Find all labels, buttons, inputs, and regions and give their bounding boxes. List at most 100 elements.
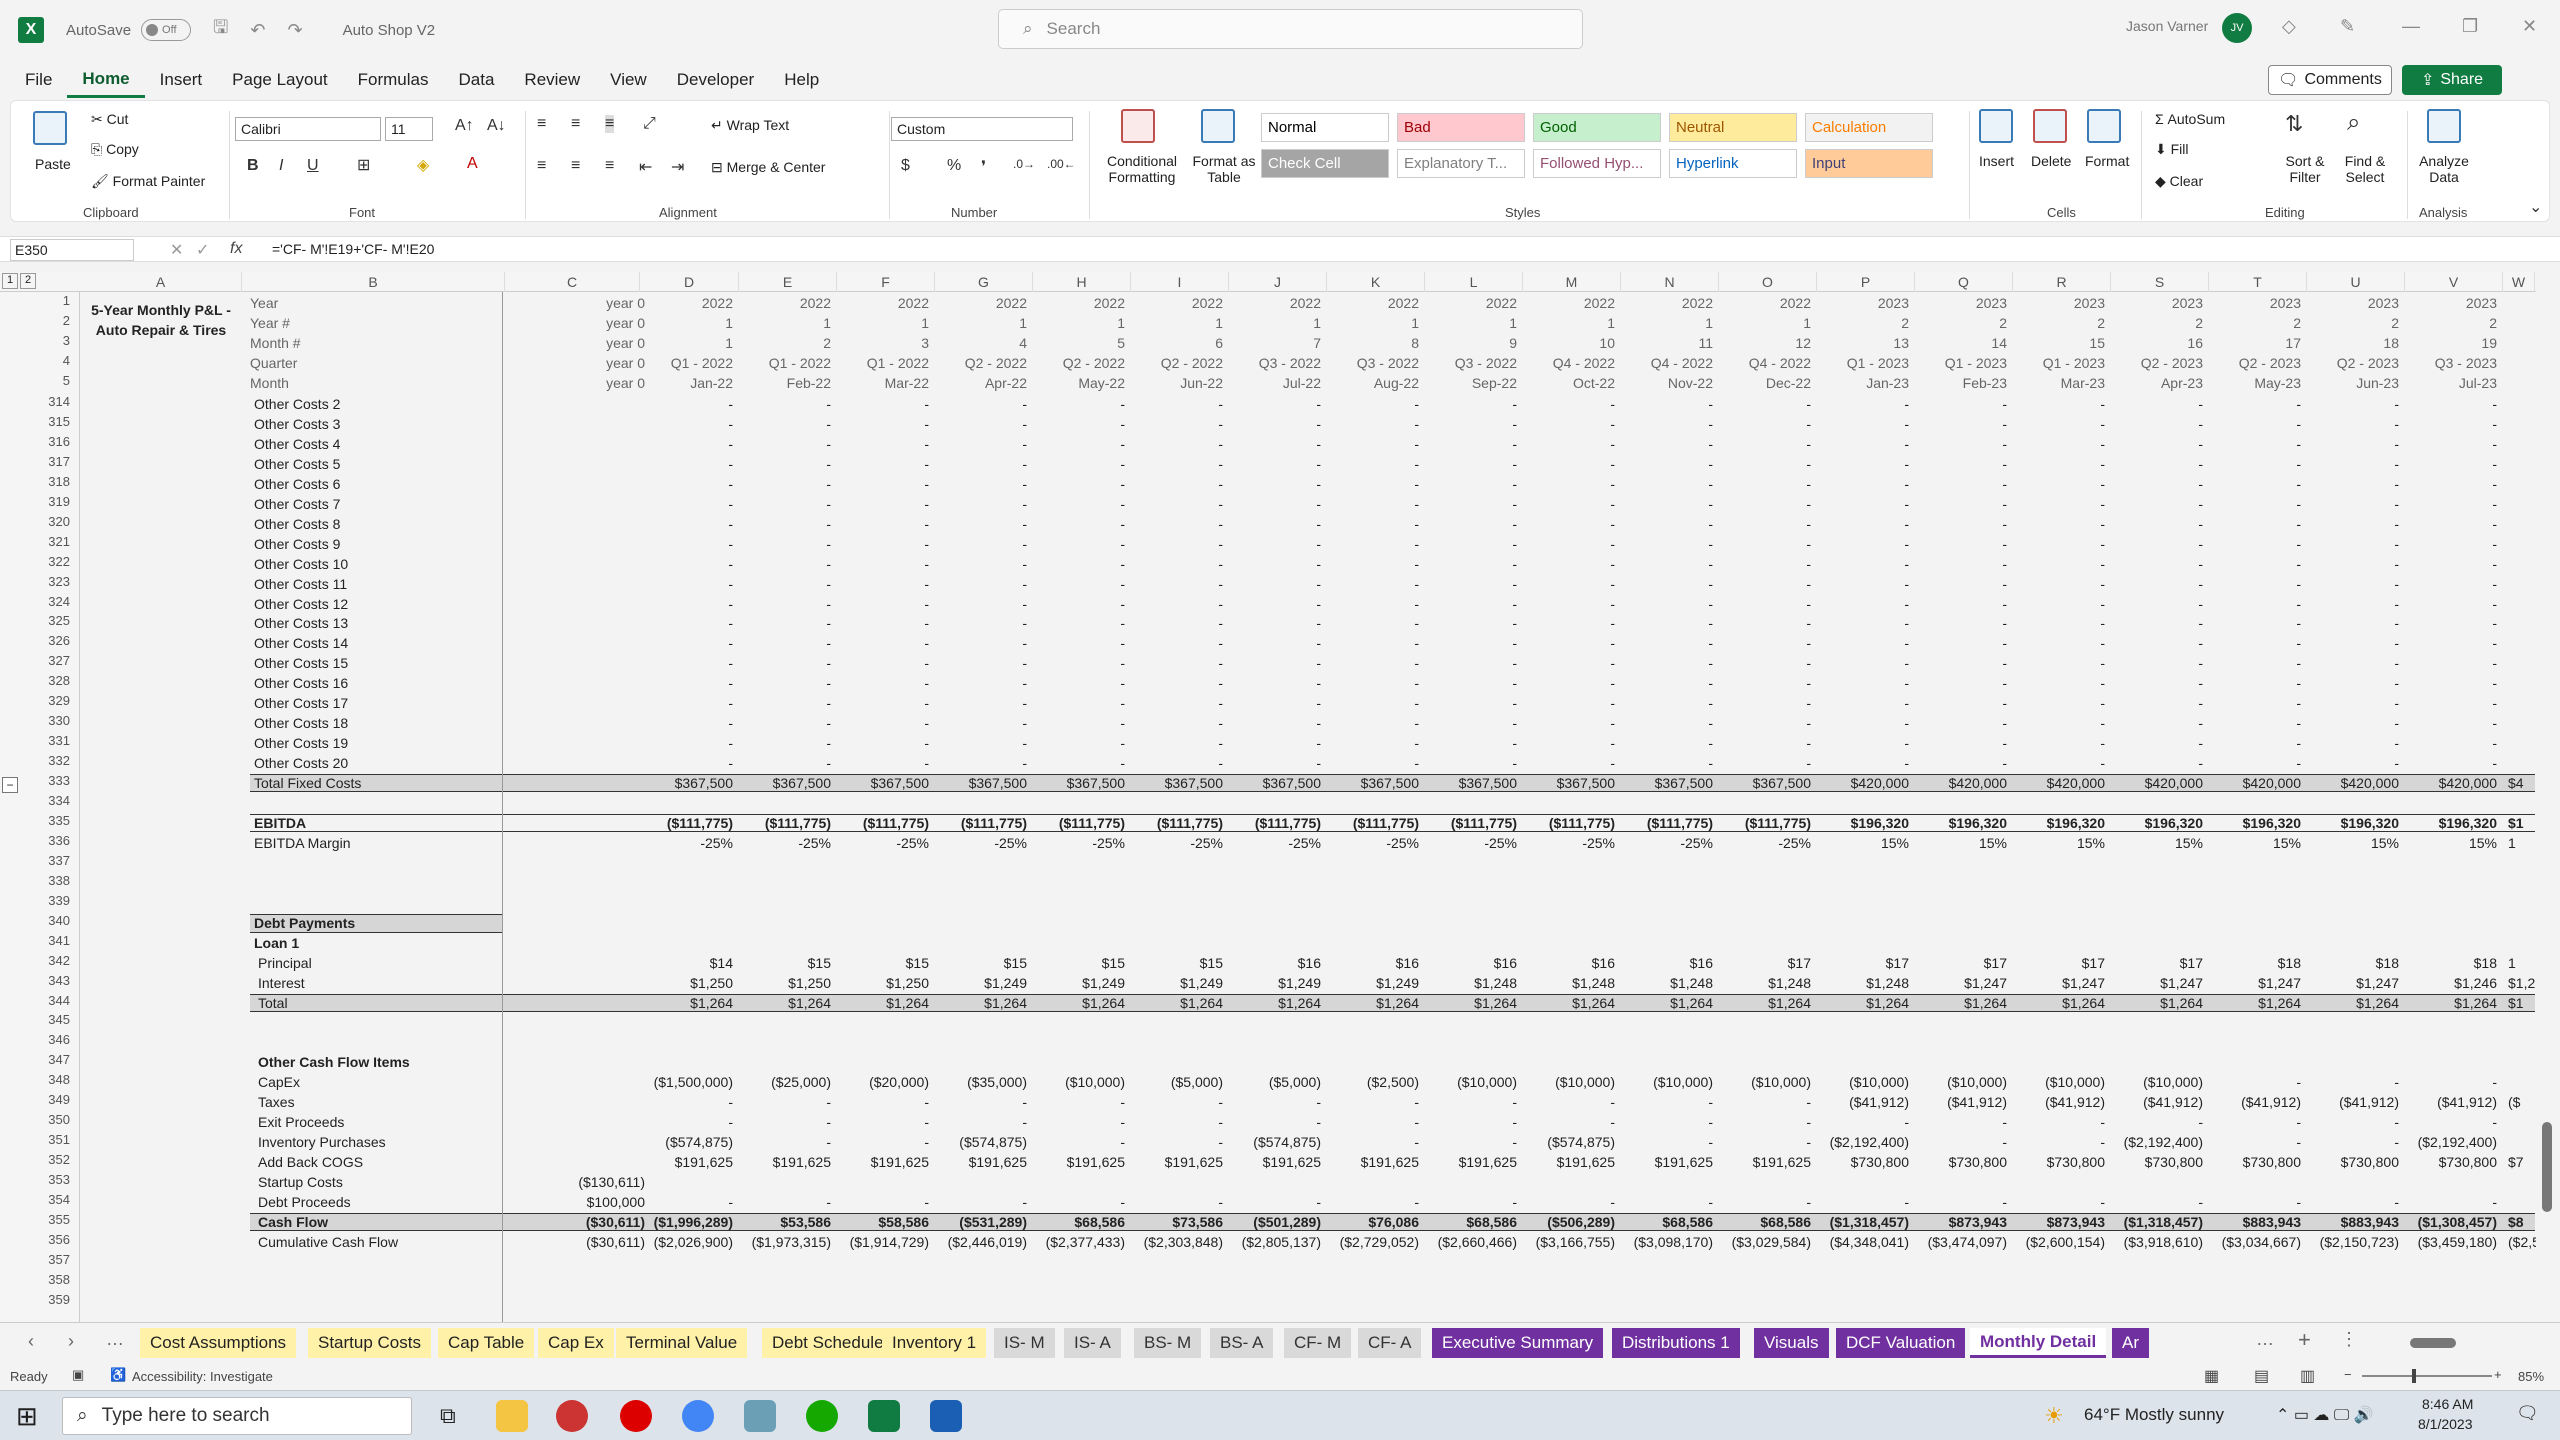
cell[interactable]: - (1619, 653, 1713, 673)
cell[interactable]: $1,264 (2011, 993, 2105, 1013)
cell[interactable]: - (2109, 653, 2203, 673)
cell[interactable]: - (1325, 534, 1419, 554)
cell[interactable]: - (2207, 693, 2301, 713)
cell[interactable]: Q3 - 2023 (2403, 353, 2497, 373)
row-label[interactable]: Other Costs 19 (254, 733, 494, 753)
cell[interactable]: - (1619, 1092, 1713, 1112)
cell[interactable]: - (1619, 594, 1713, 614)
cell[interactable]: ($10,000) (1913, 1072, 2007, 1092)
cell[interactable]: - (1717, 514, 1811, 534)
cell[interactable]: -25% (639, 833, 733, 853)
cell[interactable]: - (2305, 633, 2399, 653)
cell[interactable]: - (1031, 733, 1125, 753)
cell[interactable]: - (2109, 1192, 2203, 1212)
cell[interactable]: - (1325, 753, 1419, 773)
cell[interactable]: - (1031, 1192, 1125, 1212)
cell[interactable]: - (2109, 673, 2203, 693)
cell[interactable]: - (2207, 514, 2301, 534)
cell[interactable]: ($111,775) (1619, 813, 1713, 833)
cell[interactable]: Q1 - 2022 (835, 353, 929, 373)
cell[interactable]: - (2305, 653, 2399, 673)
cell[interactable]: $1,249 (1031, 973, 1125, 993)
cell[interactable]: 2 (2109, 313, 2203, 333)
tab-prev-icon[interactable]: ‹ (28, 1331, 34, 1352)
cell[interactable]: 2 (2207, 313, 2301, 333)
cell[interactable]: - (2403, 693, 2497, 713)
cell[interactable]: - (1031, 394, 1125, 414)
excel-taskbar-icon[interactable] (868, 1400, 900, 1432)
sheet-tab-bs-a[interactable]: BS- A (1210, 1328, 1274, 1358)
cell[interactable]: $16 (1423, 953, 1517, 973)
cell[interactable]: $1,264 (1717, 993, 1811, 1013)
cell[interactable]: - (835, 594, 929, 614)
cell[interactable]: 15% (2305, 833, 2399, 853)
cell[interactable]: 2023 (2305, 293, 2399, 313)
cell[interactable]: 2023 (1815, 293, 1909, 313)
cell[interactable]: Q4 - 2022 (1717, 353, 1811, 373)
cell[interactable]: - (639, 1192, 733, 1212)
cell[interactable]: ($2,192,400) (2109, 1132, 2203, 1152)
row-label[interactable]: Cash Flow (258, 1212, 498, 1232)
cell[interactable]: - (1619, 434, 1713, 454)
cell[interactable]: - (1031, 653, 1125, 673)
cell[interactable]: 1 (1031, 313, 1125, 333)
cell[interactable]: $730,800 (2207, 1152, 2301, 1172)
cell[interactable]: $1,248 (1521, 973, 1615, 993)
sheet-tab-monthly-detail[interactable]: Monthly Detail (1970, 1328, 2107, 1358)
cell[interactable]: Mar-23 (2011, 373, 2105, 393)
cell[interactable]: - (639, 713, 733, 733)
cell[interactable]: - (2207, 494, 2301, 514)
cell[interactable]: - (1129, 653, 1223, 673)
cell[interactable]: - (2403, 753, 2497, 773)
cell[interactable]: - (1325, 1132, 1419, 1152)
cell[interactable]: $730,800 (1913, 1152, 2007, 1172)
cell[interactable]: $420,000 (1913, 773, 2007, 793)
cell[interactable]: ($501,289) (1227, 1212, 1321, 1232)
cell[interactable]: ($531,289) (933, 1212, 1027, 1232)
cell[interactable]: 8 (1325, 333, 1419, 353)
tab-more-icon[interactable]: … (106, 1329, 124, 1350)
cell[interactable]: $76,086 (1325, 1212, 1419, 1232)
cell[interactable]: - (1717, 594, 1811, 614)
cell[interactable]: - (933, 554, 1027, 574)
cell[interactable]: - (2011, 1112, 2105, 1132)
cell[interactable]: $196,320 (2207, 813, 2301, 833)
cell[interactable]: $1,264 (1521, 993, 1615, 1013)
cell[interactable]: - (1031, 574, 1125, 594)
cell[interactable]: - (1129, 414, 1223, 434)
cell[interactable]: - (1227, 434, 1321, 454)
cell[interactable]: Q2 - 2023 (2207, 353, 2301, 373)
cell[interactable]: - (2305, 1132, 2399, 1152)
cell[interactable]: - (1325, 414, 1419, 434)
cell[interactable]: Jun-23 (2305, 373, 2399, 393)
cell[interactable]: - (1521, 693, 1615, 713)
cell[interactable]: - (2403, 474, 2497, 494)
cell[interactable]: $883,943 (2207, 1212, 2301, 1232)
cell[interactable]: - (2207, 554, 2301, 574)
cell[interactable]: - (1227, 474, 1321, 494)
cell[interactable]: - (2207, 1192, 2301, 1212)
cell[interactable]: 15% (1913, 833, 2007, 853)
cell[interactable]: - (2403, 554, 2497, 574)
cell[interactable]: - (1521, 594, 1615, 614)
cell[interactable]: - (2207, 633, 2301, 653)
cell[interactable]: - (639, 494, 733, 514)
cell[interactable]: - (737, 514, 831, 534)
weather-icon[interactable]: ☀ (2044, 1403, 2064, 1429)
cell[interactable]: 19 (2403, 333, 2497, 353)
row-label[interactable]: Other Costs 15 (254, 653, 494, 673)
cell[interactable]: - (933, 613, 1027, 633)
cell[interactable]: $1,247 (2305, 973, 2399, 993)
zoom-slider[interactable] (2362, 1375, 2492, 1377)
cell[interactable]: ($1,996,289) (639, 1212, 733, 1232)
cell[interactable]: - (2403, 414, 2497, 434)
cell[interactable]: - (1129, 673, 1223, 693)
cell[interactable]: - (1619, 1112, 1713, 1132)
cell[interactable]: - (2109, 1112, 2203, 1132)
cell[interactable]: - (1325, 434, 1419, 454)
cell[interactable]: - (1227, 554, 1321, 574)
cell[interactable]: 2022 (933, 293, 1027, 313)
cell[interactable]: $14 (639, 953, 733, 973)
cell[interactable]: $873,943 (1913, 1212, 2007, 1232)
sheet-tab-debt-schedule[interactable]: Debt Schedule (762, 1328, 894, 1358)
